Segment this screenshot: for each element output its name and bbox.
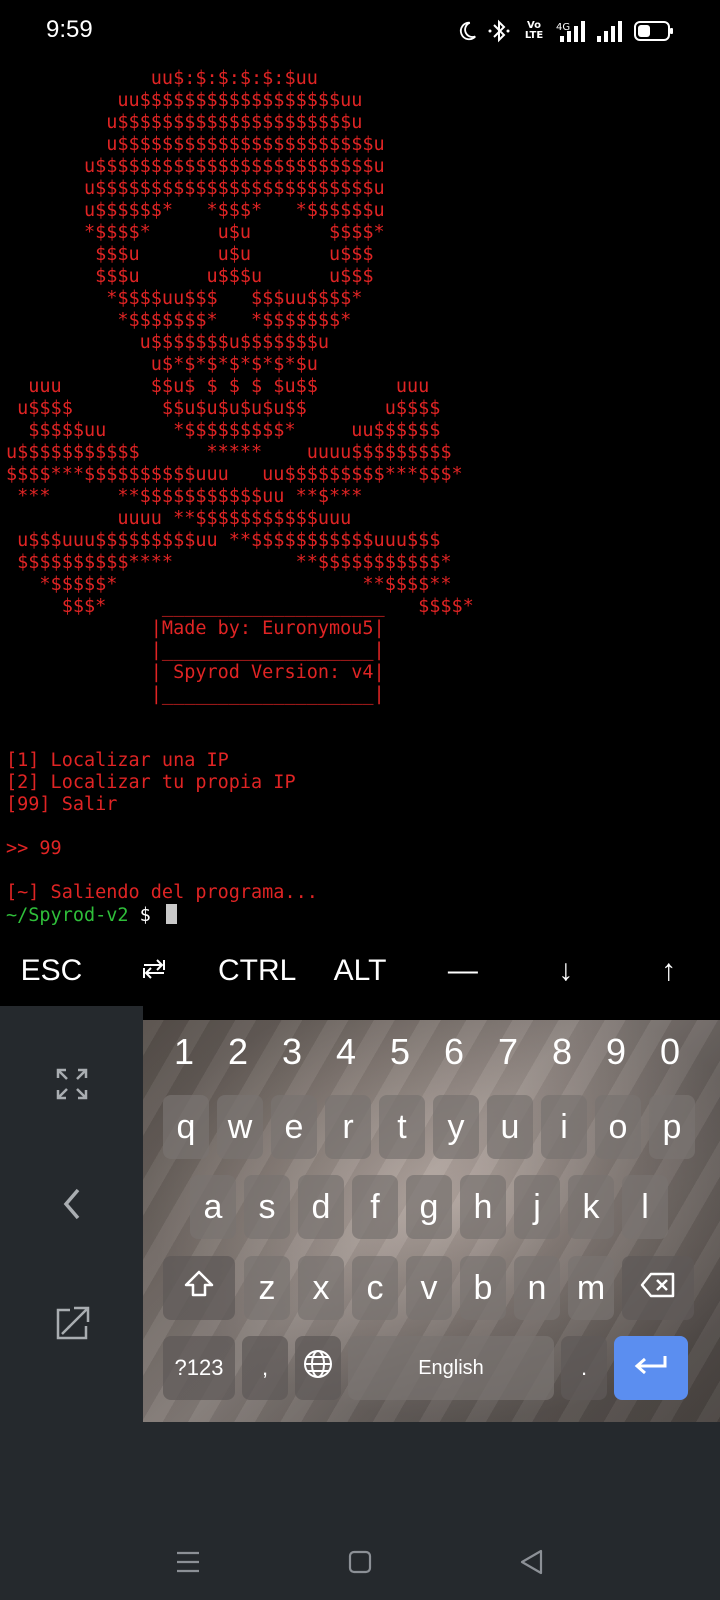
- battery-icon: [634, 18, 674, 44]
- key-i[interactable]: i: [541, 1095, 587, 1159]
- key-e[interactable]: e: [271, 1095, 317, 1159]
- key-m[interactable]: m: [568, 1256, 614, 1320]
- keyboard-side-panel: [0, 1006, 143, 1422]
- key-q[interactable]: q: [163, 1095, 209, 1159]
- key-p[interactable]: p: [649, 1095, 695, 1159]
- key-k[interactable]: k: [568, 1175, 614, 1239]
- soft-keyboard: 1 2 3 4 5 6 7 8 9 0 q w e r t y u i o p …: [143, 1020, 720, 1422]
- key-6[interactable]: 6: [427, 1030, 481, 1074]
- key-n[interactable]: n: [514, 1256, 560, 1320]
- key-b[interactable]: b: [460, 1256, 506, 1320]
- text-cursor: [165, 904, 177, 924]
- key-3[interactable]: 3: [265, 1030, 319, 1074]
- collapse-panel-button[interactable]: [42, 1176, 102, 1236]
- expand-keyboard-button[interactable]: [42, 1056, 102, 1116]
- menu-item-salir: [99] Salir: [6, 794, 118, 815]
- backspace-icon: [640, 1269, 676, 1308]
- key-l[interactable]: l: [622, 1175, 668, 1239]
- tab-key[interactable]: [103, 936, 206, 1006]
- enter-key[interactable]: [614, 1336, 688, 1400]
- key-d[interactable]: d: [298, 1175, 344, 1239]
- bluetooth-icon: [488, 18, 512, 44]
- number-row: 1 2 3 4 5 6 7 8 9 0: [143, 1030, 720, 1074]
- network-type-label: 4G: [556, 21, 571, 33]
- menu-nav-button[interactable]: [166, 1542, 210, 1586]
- alt-key[interactable]: ALT: [309, 936, 412, 1006]
- key-0[interactable]: 0: [643, 1030, 697, 1074]
- key-a[interactable]: a: [190, 1175, 236, 1239]
- volte-icon: Vo LTE: [522, 18, 546, 44]
- expand-icon: [54, 1066, 90, 1106]
- status-time: 9:59: [46, 16, 93, 43]
- extra-keys-row: ESC CTRL ALT — ↓ ↑: [0, 936, 720, 1006]
- key-2[interactable]: 2: [211, 1030, 265, 1074]
- prompt-cwd: ~/Spyrod-v2: [6, 905, 129, 926]
- key-t[interactable]: t: [379, 1095, 425, 1159]
- key-h[interactable]: h: [460, 1175, 506, 1239]
- key-c[interactable]: c: [352, 1256, 398, 1320]
- tab-icon: [142, 954, 166, 988]
- input-line: >> 99: [6, 838, 62, 859]
- exit-message: [~] Saliendo del programa...: [6, 882, 318, 903]
- key-j[interactable]: j: [514, 1175, 560, 1239]
- menu-item-localizar-ip: [1] Localizar una IP: [6, 750, 229, 771]
- enter-icon: [633, 1349, 669, 1388]
- float-keyboard-button[interactable]: [42, 1296, 102, 1356]
- comma-key[interactable]: ,: [242, 1336, 288, 1400]
- key-r[interactable]: r: [325, 1095, 371, 1159]
- navigation-bar: [0, 1530, 720, 1600]
- key-u[interactable]: u: [487, 1095, 533, 1159]
- menu-item-localizar-propia-ip: [2] Localizar tu propia IP: [6, 772, 296, 793]
- key-v[interactable]: v: [406, 1256, 452, 1320]
- key-z[interactable]: z: [244, 1256, 290, 1320]
- space-key[interactable]: English: [348, 1336, 554, 1400]
- back-triangle-icon: [518, 1548, 546, 1580]
- prompt-symbol: $: [128, 905, 162, 926]
- moon-icon: [456, 18, 478, 44]
- key-s[interactable]: s: [244, 1175, 290, 1239]
- globe-icon: [302, 1348, 334, 1389]
- key-y[interactable]: y: [433, 1095, 479, 1159]
- ctrl-key[interactable]: CTRL: [206, 936, 309, 1006]
- terminal-output[interactable]: uu$:$:$:$:$:$uu uu$$$$$$$$$$$$$$$$$$uu u…: [0, 62, 720, 936]
- shift-icon: [182, 1269, 216, 1308]
- arrow-up-key[interactable]: ↑: [617, 936, 720, 1006]
- dash-key[interactable]: —: [411, 936, 514, 1006]
- home-nav-button[interactable]: [338, 1542, 382, 1586]
- language-key[interactable]: [295, 1336, 341, 1400]
- home-icon: [346, 1548, 374, 1580]
- status-icons: Vo LTE 4G: [456, 18, 674, 44]
- volte-label: Vo LTE: [524, 20, 544, 41]
- key-x[interactable]: x: [298, 1256, 344, 1320]
- key-f[interactable]: f: [352, 1175, 398, 1239]
- skull-ascii-art: uu$:$:$:$:$:$uu uu$$$$$$$$$$$$$$$$$$uu u…: [6, 68, 474, 705]
- open-external-icon: [52, 1304, 92, 1348]
- key-5[interactable]: 5: [373, 1030, 427, 1074]
- back-nav-button[interactable]: [510, 1542, 554, 1586]
- menu-icon: [174, 1549, 202, 1579]
- key-g[interactable]: g: [406, 1175, 452, 1239]
- status-bar: 9:59 Vo LTE 4G: [0, 0, 720, 62]
- chevron-left-icon: [58, 1186, 86, 1226]
- shell-prompt[interactable]: ~/Spyrod-v2 $: [6, 904, 177, 927]
- backspace-key[interactable]: [622, 1256, 694, 1320]
- symbols-key[interactable]: ?123: [163, 1336, 235, 1400]
- 4g-signal-icon: 4G: [556, 18, 586, 44]
- key-1[interactable]: 1: [157, 1030, 211, 1074]
- esc-key[interactable]: ESC: [0, 936, 103, 1006]
- key-9[interactable]: 9: [589, 1030, 643, 1074]
- shift-key[interactable]: [163, 1256, 235, 1320]
- arrow-down-key[interactable]: ↓: [514, 936, 617, 1006]
- key-o[interactable]: o: [595, 1095, 641, 1159]
- key-w[interactable]: w: [217, 1095, 263, 1159]
- key-4[interactable]: 4: [319, 1030, 373, 1074]
- key-8[interactable]: 8: [535, 1030, 589, 1074]
- key-7[interactable]: 7: [481, 1030, 535, 1074]
- menu-block: [1] Localizar una IP [2] Localizar tu pro…: [6, 750, 318, 904]
- signal-icon: [596, 18, 624, 44]
- period-key[interactable]: .: [561, 1336, 607, 1400]
